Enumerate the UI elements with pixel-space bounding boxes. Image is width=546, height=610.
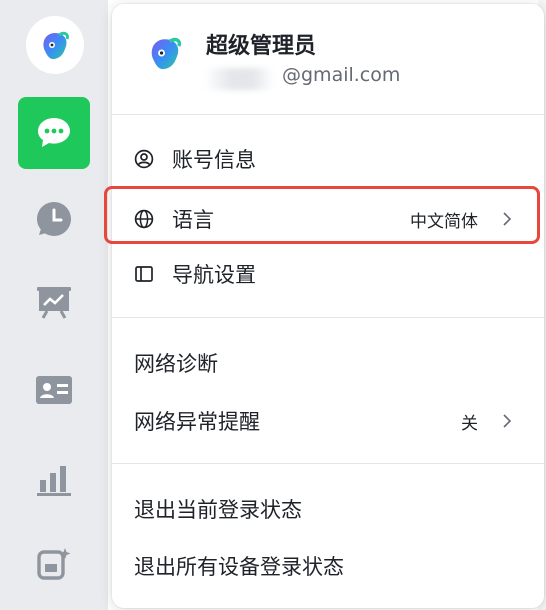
contact-card-icon — [36, 376, 72, 404]
menu-item-label: 退出所有设备登录状态 — [134, 555, 344, 579]
chevron-right-icon — [500, 212, 514, 226]
avatar-icon — [43, 31, 69, 59]
menu-item-network-diagnosis[interactable]: 网络诊断 — [112, 340, 544, 386]
profile-header: 超级管理员 @gmail.com — [112, 4, 544, 114]
menu-item-language[interactable]: 语言 中文简体 — [112, 196, 544, 242]
globe-icon — [134, 209, 154, 229]
avatar-icon — [151, 37, 182, 70]
nav-analytics[interactable] — [18, 443, 90, 515]
user-avatar-button[interactable] — [26, 16, 84, 74]
chevron-right-icon — [500, 414, 514, 428]
profile-name: 超级管理员 — [206, 34, 317, 59]
menu-item-network-alert[interactable]: 网络异常提醒 关 — [112, 398, 544, 444]
nav-workplace[interactable] — [18, 528, 90, 600]
menu-item-label: 账号信息 — [172, 148, 256, 172]
app-window: 超级管理员 @gmail.com 账号信息 语言 中文简体 导航设置 网络诊断 … — [0, 0, 546, 610]
menu-item-label: 退出当前登录状态 — [134, 498, 302, 522]
network-alert-value: 关 — [461, 413, 478, 434]
menu-item-label: 网络异常提醒 — [134, 410, 260, 434]
nav-recent[interactable] — [18, 183, 90, 255]
user-circle-icon — [134, 149, 154, 169]
sidebar-icon — [134, 264, 154, 284]
chat-icon — [38, 118, 70, 147]
menu-divider — [112, 317, 544, 318]
menu-divider — [112, 463, 544, 464]
nav-messages[interactable] — [18, 97, 90, 169]
menu-divider — [112, 114, 544, 115]
menu-item-label: 导航设置 — [172, 263, 256, 287]
nav-contacts[interactable] — [18, 354, 90, 426]
menu-item-label: 网络诊断 — [134, 352, 218, 376]
email-redaction — [204, 68, 274, 90]
board-icon — [37, 287, 71, 319]
left-nav-rail — [0, 0, 108, 610]
menu-item-navigation-settings[interactable]: 导航设置 — [112, 251, 544, 297]
nav-board[interactable] — [18, 266, 90, 338]
chart-icon — [37, 466, 71, 496]
menu-item-account-info[interactable]: 账号信息 — [112, 136, 544, 182]
menu-item-logout-current[interactable]: 退出当前登录状态 — [112, 486, 544, 532]
profile-email: @gmail.com — [282, 64, 401, 86]
menu-item-logout-all[interactable]: 退出所有设备登录状态 — [112, 543, 544, 589]
profile-avatar — [142, 30, 188, 76]
clock-icon — [37, 202, 71, 236]
workplace-icon — [37, 548, 71, 580]
menu-item-label: 语言 — [172, 208, 214, 232]
language-value: 中文简体 — [410, 211, 478, 232]
account-dropdown-menu: 超级管理员 @gmail.com 账号信息 语言 中文简体 导航设置 网络诊断 … — [112, 4, 544, 608]
